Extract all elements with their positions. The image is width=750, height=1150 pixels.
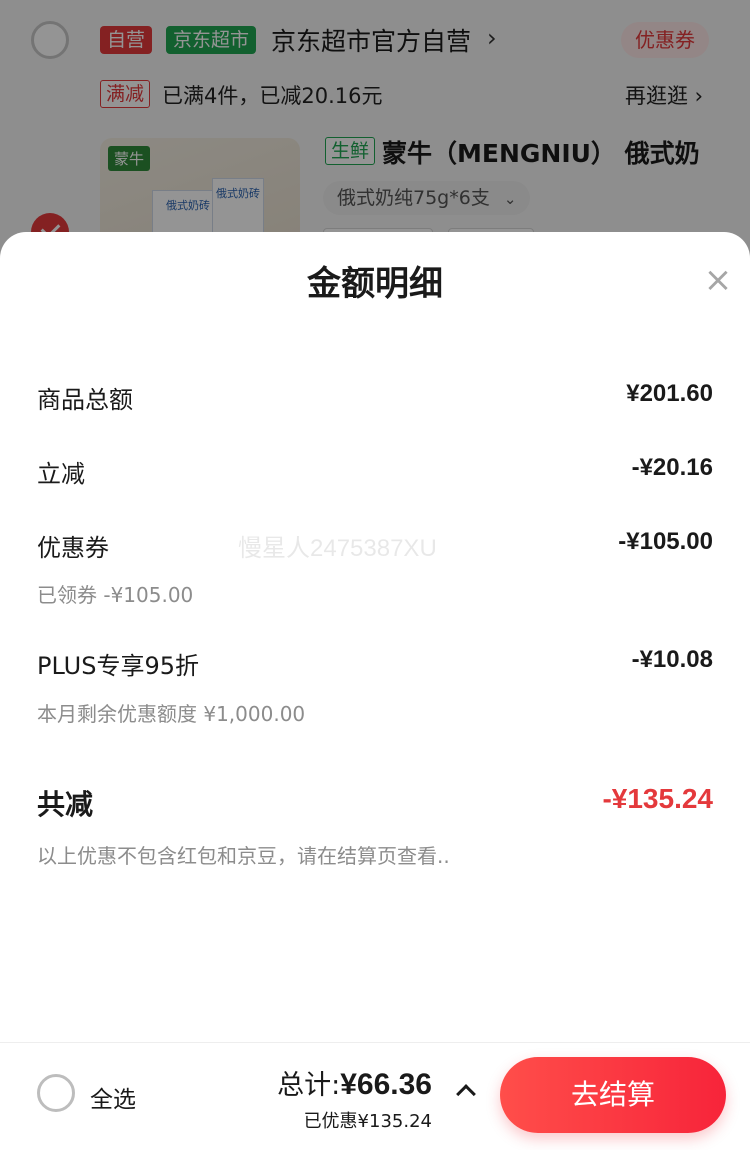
row-value-instant-discount: -¥20.16 [631, 454, 713, 481]
amount-detail-sheet: 金额明细 × 商品总额 ¥201.60 立减 -¥20.16 优惠券 -¥105… [0, 232, 750, 1042]
cart-page: 自营 京东超市 京东超市官方自营 › 优惠券 满减 已满4件，已减20.16元 … [0, 0, 750, 1150]
row-label-instant-discount: 立减 [37, 460, 85, 488]
row-sub-plus: 本月剩余优惠额度 ¥1,000.00 [37, 702, 306, 726]
sum-label: 总计: [277, 1070, 341, 1101]
total-discount-label: 共减 [37, 788, 94, 821]
row-label-coupon: 优惠券 [37, 534, 109, 562]
checkout-bar: 全选 总计:¥66.36 已优惠¥135.24 去结算 [0, 1042, 750, 1150]
watermark: 慢星人2475387XU [238, 535, 437, 562]
chevron-up-icon[interactable] [452, 1075, 480, 1103]
row-sub-coupon: 已领券 -¥105.00 [37, 583, 194, 607]
saved-amount: 已优惠¥135.24 [303, 1111, 432, 1132]
total-discount-value: -¥135.24 [602, 783, 713, 814]
checkout-button[interactable]: 去结算 [500, 1057, 726, 1133]
sum-value: ¥66.36 [340, 1068, 432, 1101]
close-icon[interactable]: × [700, 262, 736, 298]
row-value-coupon: -¥105.00 [618, 528, 713, 555]
row-label-plus: PLUS专享95折 [37, 652, 199, 680]
row-value-subtotal: ¥201.60 [626, 380, 713, 407]
sheet-title: 金额明细 [307, 264, 443, 304]
select-all-label[interactable]: 全选 [90, 1080, 136, 1114]
discount-note: 以上优惠不包含红包和京豆，请在结算页查看.. [37, 844, 450, 868]
sum-line: 总计:¥66.36 [277, 1063, 432, 1102]
row-label-subtotal: 商品总额 [37, 386, 133, 414]
row-value-plus: -¥10.08 [631, 646, 713, 673]
select-all-radio[interactable] [37, 1074, 75, 1112]
